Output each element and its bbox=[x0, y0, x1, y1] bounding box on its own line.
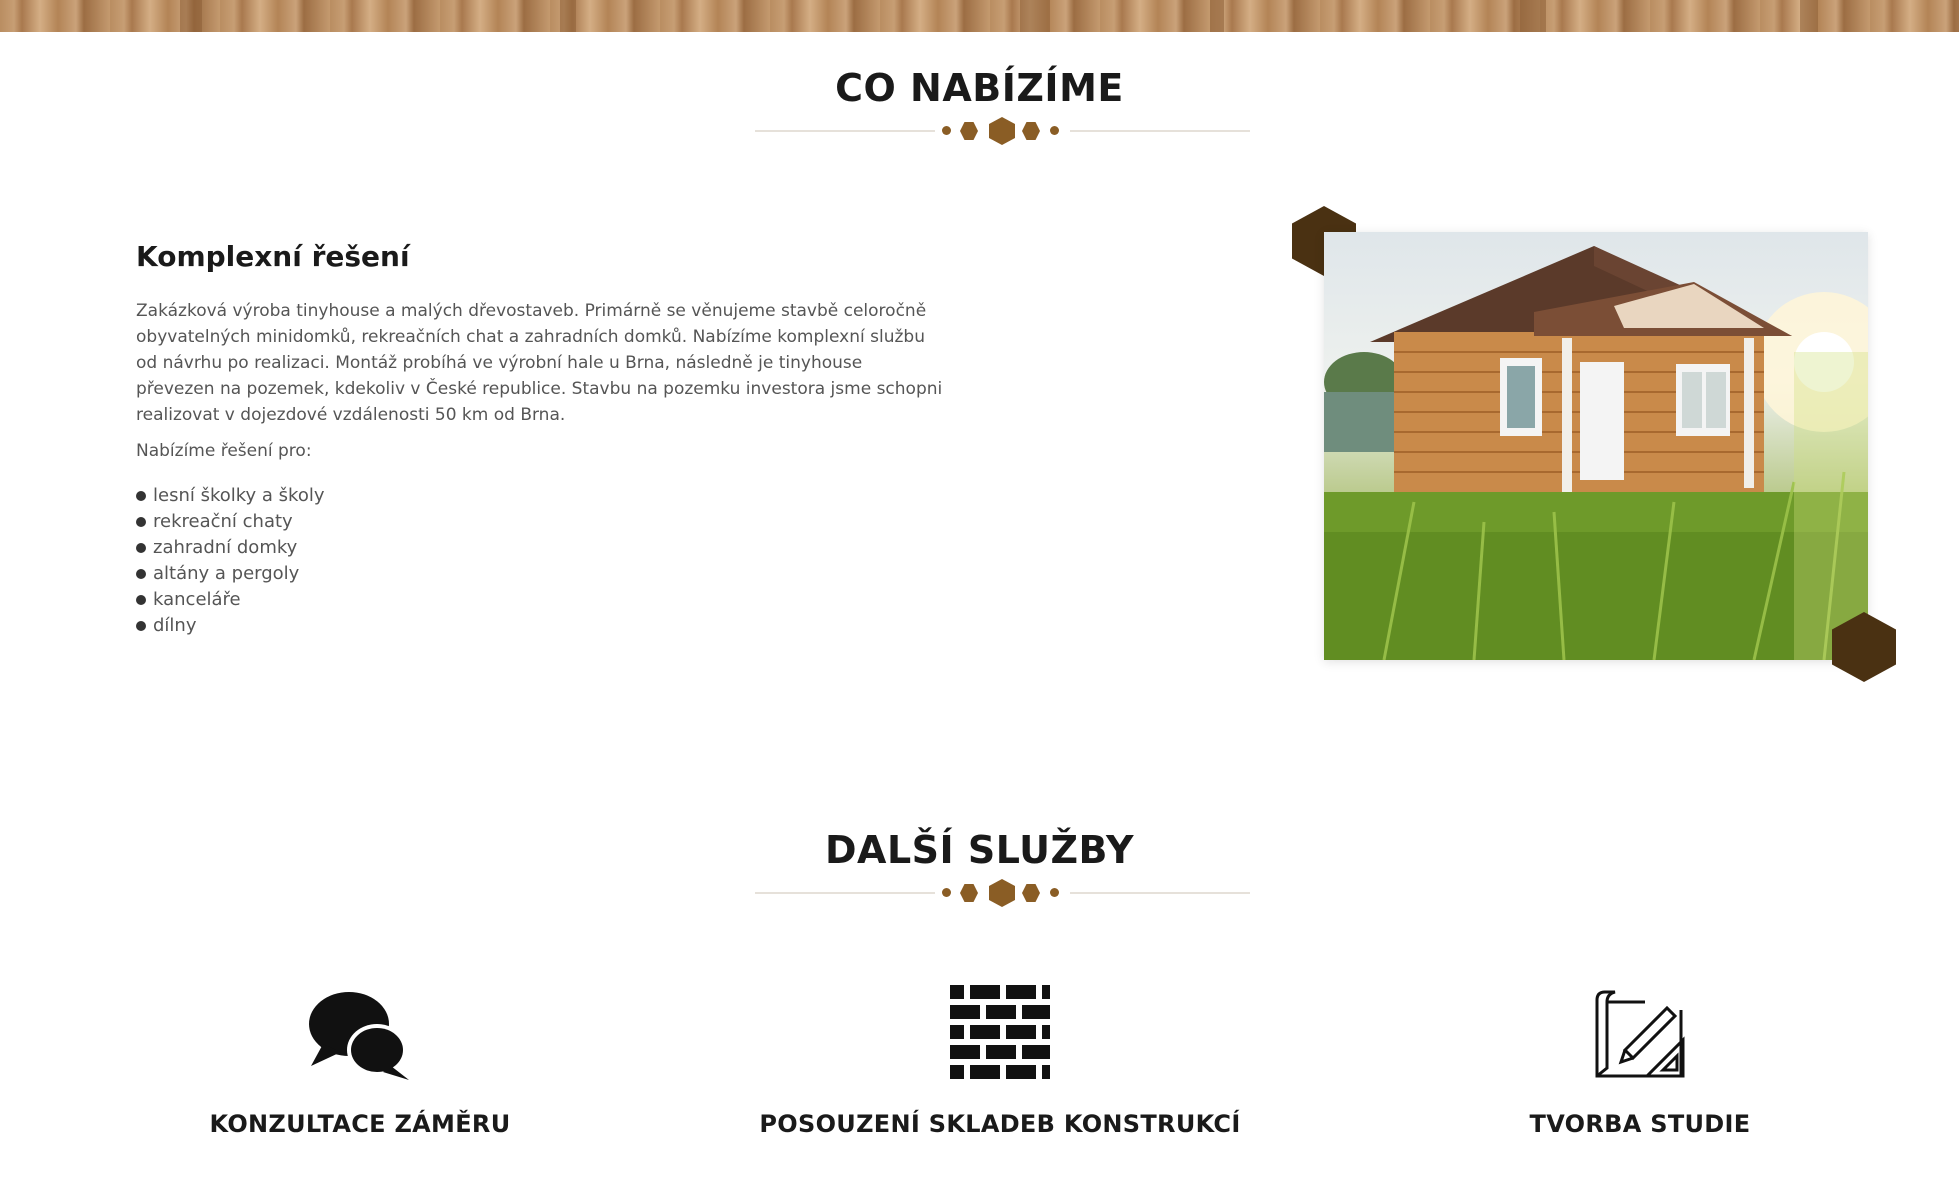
header-wood-banner bbox=[0, 0, 1959, 32]
services-row: KONZULTACE ZÁMĚRU POSOUZENÍ SKLADEB KONS… bbox=[0, 980, 1959, 1170]
wooden-cabin-illustration bbox=[1324, 246, 1868, 660]
title-divider bbox=[755, 879, 1250, 907]
title-divider bbox=[755, 117, 1250, 145]
speech-bubbles-icon bbox=[309, 992, 409, 1080]
offer-photo-frame bbox=[1292, 202, 1902, 690]
offer-section-title: CO NABÍZÍME bbox=[835, 66, 1124, 110]
service-label: KONZULTACE ZÁMĚRU bbox=[209, 1110, 511, 1138]
list-item: dílny bbox=[136, 613, 325, 639]
bullet-icon bbox=[136, 491, 146, 501]
brick-wall-icon bbox=[950, 985, 1050, 1079]
bullet-icon bbox=[136, 595, 146, 605]
service-consultation[interactable]: KONZULTACE ZÁMĚRU bbox=[80, 980, 640, 1138]
service-assessment[interactable]: POSOUZENÍ SKLADEB KONSTRUKCÍ bbox=[720, 980, 1280, 1138]
list-item: altány a pergoly bbox=[136, 561, 325, 587]
offer-description: Zakázková výroba tinyhouse a malých dřev… bbox=[136, 301, 943, 425]
services-section-title: DALŠÍ SLUŽBY bbox=[825, 828, 1134, 872]
cabin-photo bbox=[1324, 232, 1868, 660]
bullet-icon bbox=[136, 569, 146, 579]
bullet-icon bbox=[136, 543, 146, 553]
list-item: lesní školky a školy bbox=[136, 483, 325, 509]
service-label: POSOUZENÍ SKLADEB KONSTRUKCÍ bbox=[759, 1110, 1241, 1138]
list-item: kanceláře bbox=[136, 587, 325, 613]
blueprint-icon bbox=[1595, 990, 1685, 1078]
bullet-icon bbox=[136, 621, 146, 631]
offer-list-intro: Nabízíme řešení pro: bbox=[136, 441, 312, 461]
service-study[interactable]: TVORBA STUDIE bbox=[1360, 980, 1920, 1138]
offer-heading: Komplexní řešení bbox=[136, 240, 410, 273]
list-item: rekreační chaty bbox=[136, 509, 325, 535]
service-label: TVORBA STUDIE bbox=[1529, 1110, 1751, 1138]
bullet-icon bbox=[136, 517, 146, 527]
list-item: zahradní domky bbox=[136, 535, 325, 561]
offer-list: lesní školky a školy rekreační chaty zah… bbox=[136, 483, 325, 639]
